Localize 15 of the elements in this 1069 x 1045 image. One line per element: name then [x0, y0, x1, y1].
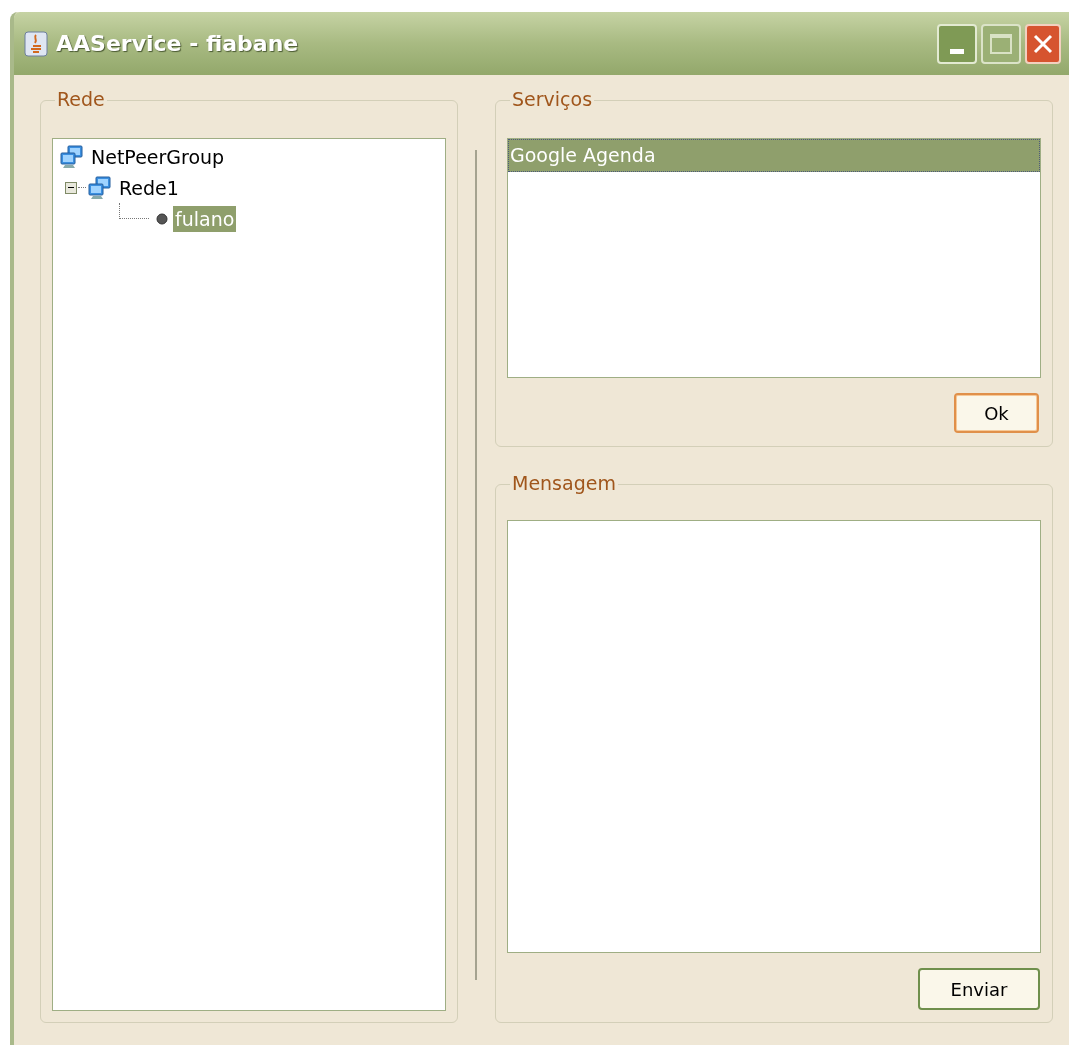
network-computers-icon — [87, 175, 113, 200]
maximize-button[interactable] — [981, 23, 1021, 64]
app-icon — [24, 30, 48, 57]
close-button[interactable] — [1025, 23, 1061, 64]
dot-icon — [155, 211, 169, 226]
message-field[interactable] — [507, 520, 1041, 953]
minimize-button[interactable] — [937, 23, 977, 64]
action-button[interactable]: Ok — [954, 393, 1039, 433]
tree-item[interactable]: Rede1 — [117, 174, 181, 201]
tree-item[interactable]: NetPeerGroup — [89, 143, 227, 170]
network-computers-icon — [59, 144, 85, 169]
collapse-icon[interactable] — [65, 181, 77, 194]
close-icon — [1032, 32, 1054, 55]
window-title: AAService - fiabane — [56, 30, 300, 58]
action-button[interactable]: Enviar — [918, 968, 1040, 1010]
